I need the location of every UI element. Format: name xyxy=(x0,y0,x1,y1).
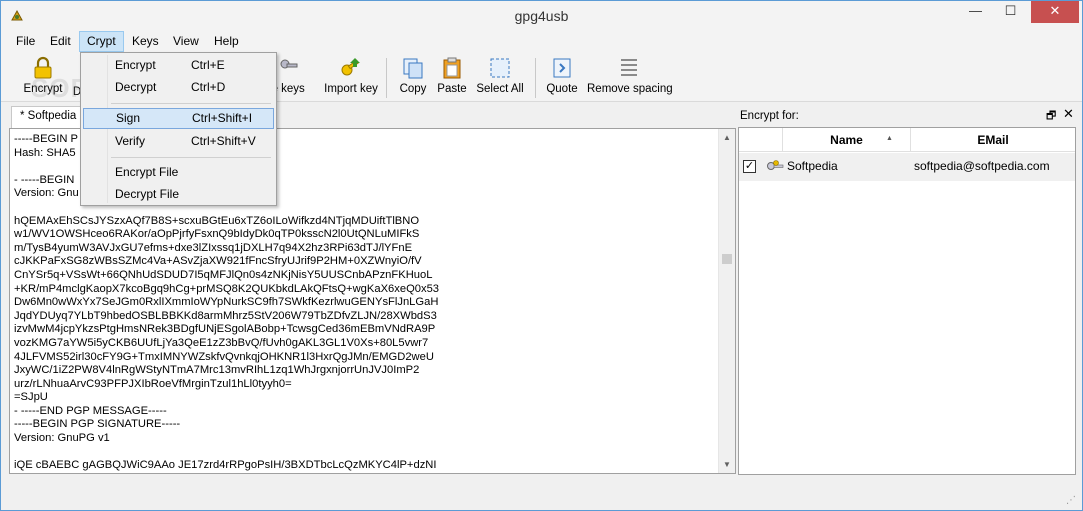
tab-softpedia[interactable]: * Softpedia xyxy=(11,106,81,128)
maximize-button[interactable]: ☐ xyxy=(996,1,1025,23)
menu-item-decrypt-file[interactable]: Decrypt File xyxy=(83,184,274,205)
close-panel-icon[interactable]: ✕ xyxy=(1063,106,1074,122)
keys-icon xyxy=(280,59,298,69)
sort-ascending-icon: ▲ xyxy=(886,135,893,142)
editor-line: =SJpU xyxy=(14,391,48,404)
toolbar-separator xyxy=(386,58,387,98)
menu-help[interactable]: Help xyxy=(207,31,246,52)
key-list-header: ▲ Name EMail xyxy=(739,128,1075,152)
copy-icon xyxy=(403,58,423,79)
column-name[interactable]: ▲ Name xyxy=(783,128,911,152)
editor-line: Version: GnuPG v1 xyxy=(14,432,110,445)
key-email: softpedia@softpedia.com xyxy=(914,159,1050,173)
menu-item-encrypt[interactable]: Encrypt Ctrl+E xyxy=(83,55,274,76)
editor-line: Dw6Mn0wWxYx7SeJGm0RxlIXmmIoWYpNurkSC9fh7… xyxy=(14,296,439,309)
quote-button[interactable]: Quote xyxy=(544,56,580,100)
menu-keys[interactable]: Keys xyxy=(125,31,166,52)
menu-bar: File Edit Crypt Keys View Help xyxy=(1,31,1082,52)
menu-file[interactable]: File xyxy=(9,31,42,52)
key-import-icon xyxy=(341,58,360,76)
minimize-button[interactable]: — xyxy=(961,1,990,23)
scroll-up-icon[interactable]: ▲ xyxy=(719,129,735,146)
editor-line: +KR/mP4mclgKaopX7kcoBgq9hCg+prMSQ8K2QUKb… xyxy=(14,282,440,295)
float-panel-icon[interactable]: 🗗 xyxy=(1046,107,1056,126)
resize-grip-icon[interactable]: ⋰ xyxy=(1066,495,1076,506)
editor-line: izvMwM4jcpYkzsPtgHmsNRek3BDgfUNjESgolABo… xyxy=(14,323,436,336)
editor-line: -----BEGIN PGP SIGNATURE----- xyxy=(14,418,181,431)
editor-line: - -----END PGP MESSAGE----- xyxy=(14,404,167,417)
import-key-button[interactable]: Import key xyxy=(321,56,381,100)
editor-line: cJKKPaFxSG8zWBsSZMc4Va+ASvZjaXW921fFncSf… xyxy=(14,255,422,268)
menu-item-decrypt[interactable]: Decrypt Ctrl+D xyxy=(83,77,274,98)
scroll-down-icon[interactable]: ▼ xyxy=(719,456,735,473)
scroll-thumb[interactable] xyxy=(722,254,732,264)
copy-button[interactable]: Copy xyxy=(395,56,431,100)
editor-line: w1/WV1OWSHceo6RAKor/aOpPjrfyFsxnQ9bIdyDk… xyxy=(14,228,420,241)
column-select[interactable] xyxy=(739,128,783,152)
close-button[interactable]: ✕ xyxy=(1031,1,1079,23)
key-name: Softpedia xyxy=(787,159,838,173)
toolbar-separator xyxy=(535,58,536,98)
menu-view[interactable]: View xyxy=(166,31,206,52)
paste-button[interactable]: Paste xyxy=(435,56,469,100)
remove-spacing-icon xyxy=(621,59,637,76)
menu-item-sign[interactable]: Sign Ctrl+Shift+I xyxy=(83,108,274,129)
menu-item-verify[interactable]: Verify Ctrl+Shift+V xyxy=(83,131,274,152)
menu-crypt[interactable]: Crypt xyxy=(79,31,124,52)
editor-line: JqdYDUyq7YLbT9hbedOSBLBBKKd8armMhrz5StV2… xyxy=(14,309,437,322)
editor-line: CnYSr5q+VSsWt+66QNhUdSDUD7I5qMFJlQn0s4zN… xyxy=(14,268,433,281)
key-row[interactable]: ✓ Softpedia softpedia@softpedia.com xyxy=(739,153,1075,181)
key-list-panel: ▲ Name EMail ✓ Softpedia softpedia@softp… xyxy=(738,127,1076,475)
editor-line: urz/rLNhuaArvC93PFPJXIbRoeVfMrginTzul1hL… xyxy=(14,377,292,390)
key-checkbox[interactable]: ✓ xyxy=(743,160,756,173)
key-icon xyxy=(767,160,784,170)
column-email[interactable]: EMail xyxy=(911,128,1075,152)
editor-line: JxyWC/1iZ2PW8V4lnRgWStyNTmA7Mrc13mvRIhL1… xyxy=(14,364,420,377)
editor-line: hQEMAxEhSCsJYSzxAQf7B8S+scxuBGtEu6xTZ6oI… xyxy=(14,214,420,227)
panel-title: Encrypt for: xyxy=(740,110,799,122)
app-window: gpg4usb — ☐ ✕ File Edit Crypt Keys View … xyxy=(0,0,1083,511)
menu-separator xyxy=(111,103,271,104)
menu-separator xyxy=(111,157,271,158)
editor-line: m/TysB4yumW3AVJxGU7efms+dxe3lZIxssq1jDXL… xyxy=(14,241,413,254)
paste-icon xyxy=(443,57,461,79)
editor-line: iQE cBAEBC gAGBQJWiC9AAo JE17zrd4rRPgoPs… xyxy=(14,459,437,472)
quote-icon xyxy=(553,58,571,78)
select-all-button[interactable]: Select All xyxy=(475,56,525,100)
editor-line: vozKMG7aYW5i5yCKB6UUfLjYa3QeE1zZ3bBvQ/fU… xyxy=(14,336,429,349)
title-bar: gpg4usb — ☐ ✕ xyxy=(1,1,1082,31)
menu-edit[interactable]: Edit xyxy=(43,31,78,52)
menu-item-encrypt-file[interactable]: Encrypt File xyxy=(83,162,274,183)
remove-spacing-button[interactable]: Remove spacing xyxy=(587,56,673,100)
editor-line: 4JLFVMS52irl30cFY9G+TmxIMNYWZskfvQvnkqjO… xyxy=(14,350,434,363)
crypt-menu: Encrypt Ctrl+E Decrypt Ctrl+D Sign Ctrl+… xyxy=(80,52,277,206)
select-all-icon xyxy=(490,58,510,78)
window-title: gpg4usb xyxy=(514,8,569,24)
vertical-scrollbar[interactable]: ▲ ▼ xyxy=(718,129,735,473)
